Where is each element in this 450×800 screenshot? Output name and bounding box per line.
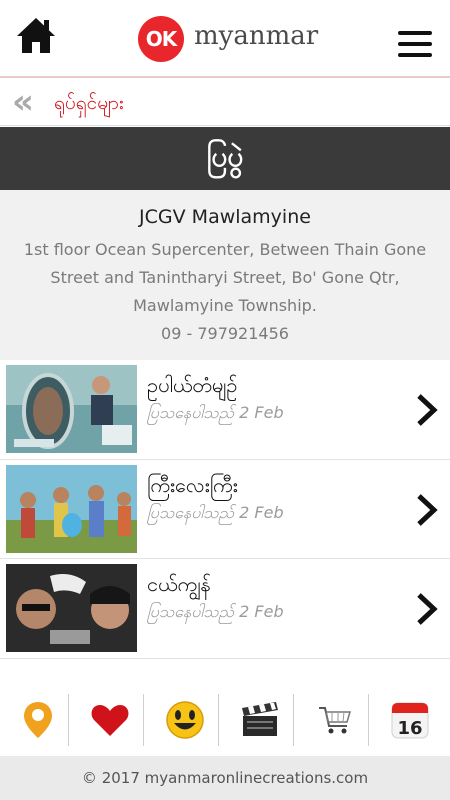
list-item[interactable]: ကြီးလေးကြီး ပြသနေပါသည် 2 Feb <box>0 459 450 559</box>
location-pin-icon[interactable] <box>0 690 75 750</box>
cinema-phone[interactable]: 09 - 797921456 <box>0 320 450 348</box>
movie-date: ပြသနေပါသည် 2 Feb <box>147 502 284 522</box>
bottom-nav: 16 <box>0 690 450 754</box>
movie-date: ပြသနေပါသည် 2 Feb <box>147 403 284 422</box>
top-bar: OK myanmar <box>0 0 450 78</box>
cinema-info: JCGV Mawlamyine 1st floor Ocean Supercen… <box>0 190 450 360</box>
movie-list: ဥပါယ်တံမျဉ် ပြသနေပါသည် 2 Feb ကြီးလေးကြီး <box>0 360 450 659</box>
back-chevrons-icon[interactable]: ‹‹ <box>12 85 34 119</box>
chevron-right-icon[interactable] <box>414 493 440 527</box>
movie-title: ငယ်ကျွန် <box>147 572 211 596</box>
list-item[interactable]: ငယ်ကျွန် ပြသနေပါသည် 2 Feb <box>0 559 450 659</box>
movie-poster <box>6 365 137 453</box>
breadcrumb: ‹‹ ရုပ်ရှင်များ <box>0 80 450 126</box>
calendar-icon[interactable]: 16 <box>372 690 447 750</box>
shopping-cart-icon[interactable] <box>297 690 372 750</box>
section-header: ပြပွဲ <box>0 127 450 190</box>
logo-text: myanmar <box>194 21 319 51</box>
footer: © 2017 myanmaronlinecreations.com <box>0 756 450 800</box>
calendar-day: 16 <box>397 718 422 739</box>
cinema-address: 1st floor Ocean Supercenter, Between Tha… <box>23 240 427 315</box>
movie-title: ကြီးလေးကြီး <box>147 472 238 497</box>
movie-poster <box>6 564 137 652</box>
list-item[interactable]: ဥပါယ်တံမျဉ် ပြသနေပါသည် 2 Feb <box>0 360 450 460</box>
hamburger-menu-icon[interactable] <box>398 31 432 59</box>
heart-icon[interactable] <box>72 690 147 750</box>
app-logo[interactable]: OK myanmar <box>138 16 318 62</box>
breadcrumb-label[interactable]: ရုပ်ရှင်များ <box>54 91 124 119</box>
smiley-icon[interactable] <box>147 690 222 750</box>
home-icon[interactable] <box>16 16 56 56</box>
movie-title: ဥပါယ်တံမျဉ် <box>147 373 238 397</box>
cinema-name: JCGV Mawlamyine <box>139 206 311 228</box>
movie-date: ပြသနေပါသည် 2 Feb <box>147 602 284 621</box>
movie-poster <box>6 464 137 553</box>
section-title: ပြပွဲ <box>206 139 244 173</box>
chevron-right-icon[interactable] <box>414 393 440 427</box>
clapperboard-icon[interactable] <box>222 690 297 750</box>
logo-badge: OK <box>138 16 184 62</box>
chevron-right-icon[interactable] <box>414 592 440 626</box>
